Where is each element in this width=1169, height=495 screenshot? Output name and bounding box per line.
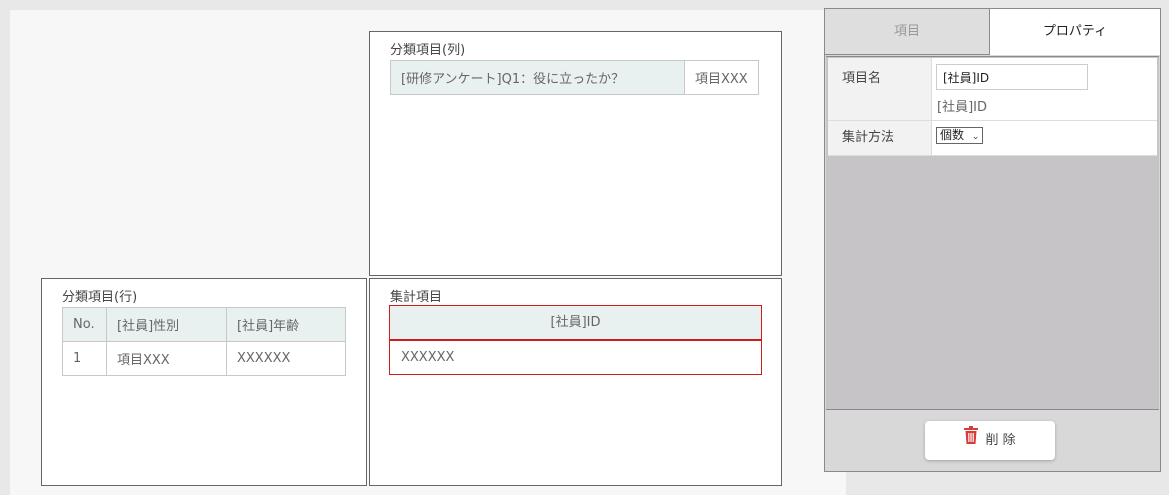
row-header-gender[interactable]: [社員]性別 [106,307,227,342]
row-panel-title: 分類項目(行) [62,290,138,305]
aggregate-header-cell[interactable]: [社員]ID [389,305,762,340]
method-label-text: 集計方法 [842,130,895,145]
original-name-text: [社員]ID [937,100,987,115]
row-table: No. [社員]性別 [社員]年齢 1 項目XXX XXXXXX [62,307,346,376]
delete-button[interactable]: 削 除 [925,421,1055,460]
property-label-method: 集計方法 [828,121,932,155]
aggregate-value-label: XXXXXX [401,350,455,365]
property-body: 項目名 [社員]ID 集計方法 個数 ⌄ [826,56,1159,410]
row-panel: 分類項目(行) No. [社員]性別 [社員]年齢 1 項目XXX XXXXXX [41,278,367,486]
row-cell-no: 1 [62,341,107,376]
aggregation-method-select[interactable]: 個数 ⌄ [936,127,984,144]
trash-icon [964,421,979,460]
properties-panel: 項目 プロパティ 項目名 [社員]ID 集計方法 個数 ⌄ [824,8,1161,472]
item-name-input[interactable] [936,64,1088,90]
table-row: 1 項目XXX XXXXXX [62,341,346,376]
property-row-name: 項目名 [社員]ID [828,58,1157,121]
aggregate-panel-title: 集計項目 [390,290,443,305]
delete-button-label: 削 除 [985,433,1016,448]
chevron-down-icon: ⌄ [971,132,980,142]
column-header-cell[interactable]: [研修アンケート]Q1：役に立ったか？ [390,60,685,95]
property-row-method: 集計方法 個数 ⌄ [828,121,1157,156]
tab-items[interactable]: 項目 [825,9,990,55]
tab-properties[interactable]: プロパティ [990,9,1160,55]
column-panel: 分類項目(列) [研修アンケート]Q1：役に立ったか？ 項目XXX [369,31,782,276]
column-value-cell[interactable]: 項目XXX [684,60,759,95]
aggregate-header-label: [社員]ID [550,315,601,330]
row-header-age[interactable]: [社員]年齢 [226,307,346,342]
column-table: [研修アンケート]Q1：役に立ったか？ 項目XXX [390,60,759,95]
row-header-no[interactable]: No. [62,307,107,342]
aggregation-method-value: 個数 [940,128,965,142]
row-cell-gender: 項目XXX [106,341,227,376]
column-panel-title: 分類項目(列) [390,43,466,58]
row-cell-age: XXXXXX [226,341,346,376]
aggregate-value-cell[interactable]: XXXXXX [389,340,762,375]
name-label-text: 項目名 [842,71,882,86]
aggregate-panel: 集計項目 [社員]ID XXXXXX [369,278,782,486]
property-label-name: 項目名 [828,58,932,120]
